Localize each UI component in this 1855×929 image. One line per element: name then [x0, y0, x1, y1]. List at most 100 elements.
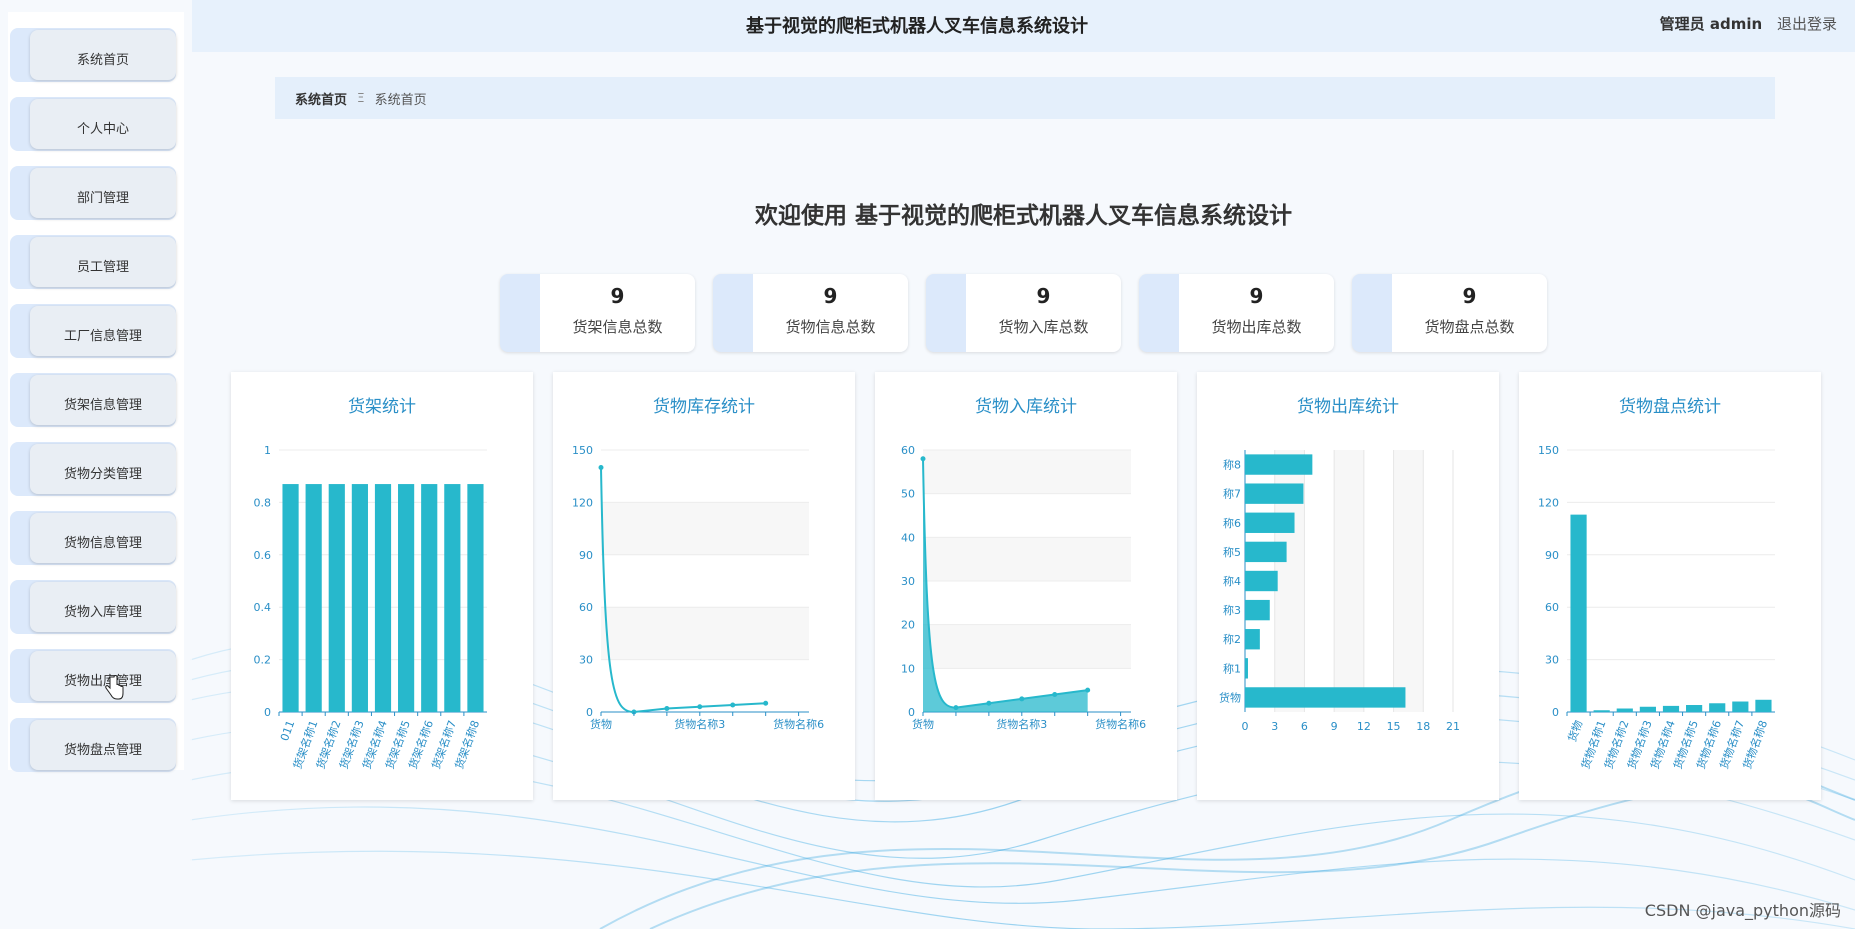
stat-label: 货物盘点总数: [1424, 318, 1515, 336]
y-tick-label: 称6: [1223, 516, 1241, 530]
y-tick-label: 0.4: [254, 601, 272, 614]
x-tick-label: 货物名称3: [674, 717, 725, 731]
chart-title: 货架统计: [348, 397, 416, 417]
chart-card: 货物库存统计 0 30 60 90 120 150 货物 货物名称3 货物名称6: [553, 372, 855, 800]
stat-value: 9: [1249, 284, 1264, 308]
sidebar-item-label: 货物分类管理: [30, 444, 176, 494]
y-tick-label: 称7: [1223, 487, 1241, 501]
bar: [305, 484, 322, 712]
sidebar-item-label: 系统首页: [30, 30, 176, 80]
sidebar-item-10[interactable]: 货物出库管理: [10, 649, 176, 703]
breadcrumb-separator-icon: Ξ: [357, 91, 365, 105]
bar: [1709, 703, 1726, 712]
chart-title: 货物盘点统计: [1619, 397, 1721, 417]
sidebar-item-1[interactable]: 系统首页: [10, 28, 176, 82]
data-point: [953, 705, 959, 711]
x-tick-label: 6: [1301, 720, 1308, 733]
bar: [1245, 599, 1270, 621]
chart-card: 货物入库统计 0 10 20 30 40 50 60 货物 货物名称3 货物名称6: [875, 372, 1177, 800]
y-tick-label: 0: [264, 706, 271, 719]
sidebar-item-label: 货物信息管理: [30, 513, 176, 563]
chart-card: 货架统计 0 0.2 0.4 0.6 0.8 1 011 货架名称1 货架名称2 货架名称3 货架名称…: [231, 372, 533, 800]
stat-card[interactable]: 9 货物盘点总数: [1352, 274, 1547, 352]
data-point: [763, 700, 769, 706]
y-tick-label: 20: [901, 619, 915, 632]
chart-plot: 00.20.40.60.81011货架名称1货架名称2货架名称3货架名称4货架名…: [254, 444, 487, 771]
y-tick-label: 120: [1538, 496, 1559, 509]
sidebar-item-7[interactable]: 货物分类管理: [10, 442, 176, 496]
sidebar-item-8[interactable]: 货物信息管理: [10, 511, 176, 565]
bar: [467, 484, 484, 712]
y-tick-label: 60: [579, 601, 593, 614]
stat-value: 9: [1036, 284, 1051, 308]
sidebar-item-5[interactable]: 工厂信息管理: [10, 304, 176, 358]
user-area: 管理员 admin 退出登录: [1660, 13, 1837, 34]
y-tick-label: 0: [1552, 706, 1559, 719]
series-line: [922, 458, 1088, 709]
bar: [1245, 483, 1304, 504]
data-point: [598, 464, 604, 470]
data-point: [697, 704, 703, 710]
y-tick-label: 150: [1538, 444, 1559, 457]
admin-label: 管理员 admin: [1659, 15, 1763, 33]
chart-title: 货物库存统计: [653, 397, 755, 417]
data-point: [1085, 687, 1091, 693]
sidebar-item-4[interactable]: 员工管理: [10, 235, 176, 289]
sidebar-item-label: 工厂信息管理: [30, 306, 176, 356]
x-tick-label: 货物: [590, 717, 612, 731]
data-point: [664, 706, 670, 712]
breadcrumb: 系统首页 Ξ 系统首页: [275, 77, 1775, 119]
grid-band: [923, 537, 1131, 581]
stat-card-body: 9 货物盘点总数: [1392, 274, 1547, 352]
bar: [1616, 708, 1633, 712]
bar: [1245, 658, 1248, 679]
chart-title: 货物出库统计: [1297, 397, 1399, 417]
bar: [1593, 710, 1610, 712]
y-tick-label: 称4: [1223, 574, 1241, 588]
sidebar: 系统首页个人中心部门管理员工管理工厂信息管理 货架信息管理 货物分类管理 货物信息管理…: [0, 0, 192, 929]
sidebar-item-label: 货架信息管理: [30, 375, 176, 425]
sidebar-item-11[interactable]: 货物盘点管理: [10, 718, 176, 772]
stat-card[interactable]: 9 货架信息总数: [500, 274, 695, 352]
y-tick-label: 1: [264, 444, 271, 457]
sidebar-item-9[interactable]: 货物入库管理: [10, 580, 176, 634]
y-tick-label: 10: [901, 662, 915, 675]
bar: [1245, 541, 1287, 563]
sidebar-item-label: 货物出库管理: [30, 651, 176, 701]
chart-plot: 0 3 6 9 12 15 18 21 货物 称1 称2 称3 称4 称5 称6 称7 称8: [1219, 450, 1460, 733]
sidebar-item-3[interactable]: 部门管理: [10, 166, 176, 220]
bar: [1662, 705, 1680, 712]
x-tick-label: 货物: [912, 717, 934, 731]
x-tick-label: 0: [1242, 720, 1249, 733]
sidebar-item-6[interactable]: 货架信息管理: [10, 373, 176, 427]
bar: [374, 484, 392, 712]
stat-card[interactable]: 9 货物入库总数: [926, 274, 1121, 352]
stat-card[interactable]: 9 货物出库总数: [1139, 274, 1334, 352]
stat-card-body: 9 货架信息总数: [540, 274, 695, 352]
stat-label: 货物出库总数: [1211, 318, 1302, 336]
grid-band: [1334, 450, 1364, 712]
x-tick-label: 货物名称6: [773, 717, 824, 731]
y-tick-label: 150: [572, 444, 593, 457]
bar: [351, 484, 368, 712]
logout-link[interactable]: 退出登录: [1777, 15, 1837, 33]
y-tick-label: 称3: [1223, 603, 1241, 617]
x-tick-label: 18: [1416, 720, 1430, 733]
data-point: [920, 456, 926, 462]
watermark: CSDN @java_python源码: [1644, 901, 1841, 920]
stat-label: 货物入库总数: [998, 318, 1089, 336]
sidebar-item-2[interactable]: 个人中心: [10, 97, 176, 151]
y-tick-label: 60: [901, 444, 915, 457]
stat-value: 9: [823, 284, 838, 308]
bar: [1732, 701, 1749, 712]
x-tick-label: 21: [1446, 720, 1460, 733]
y-tick-label: 30: [901, 575, 915, 588]
sidebar-item-label: 货物入库管理: [30, 582, 176, 632]
grid-band: [923, 450, 1131, 494]
stat-card[interactable]: 9 货物信息总数: [713, 274, 908, 352]
breadcrumb-home[interactable]: 系统首页: [295, 89, 347, 108]
breadcrumb-current: 系统首页: [374, 92, 427, 108]
y-tick-label: 0.6: [254, 549, 272, 562]
sidebar-item-label: 员工管理: [30, 237, 176, 287]
y-tick-label: 90: [1545, 549, 1559, 562]
